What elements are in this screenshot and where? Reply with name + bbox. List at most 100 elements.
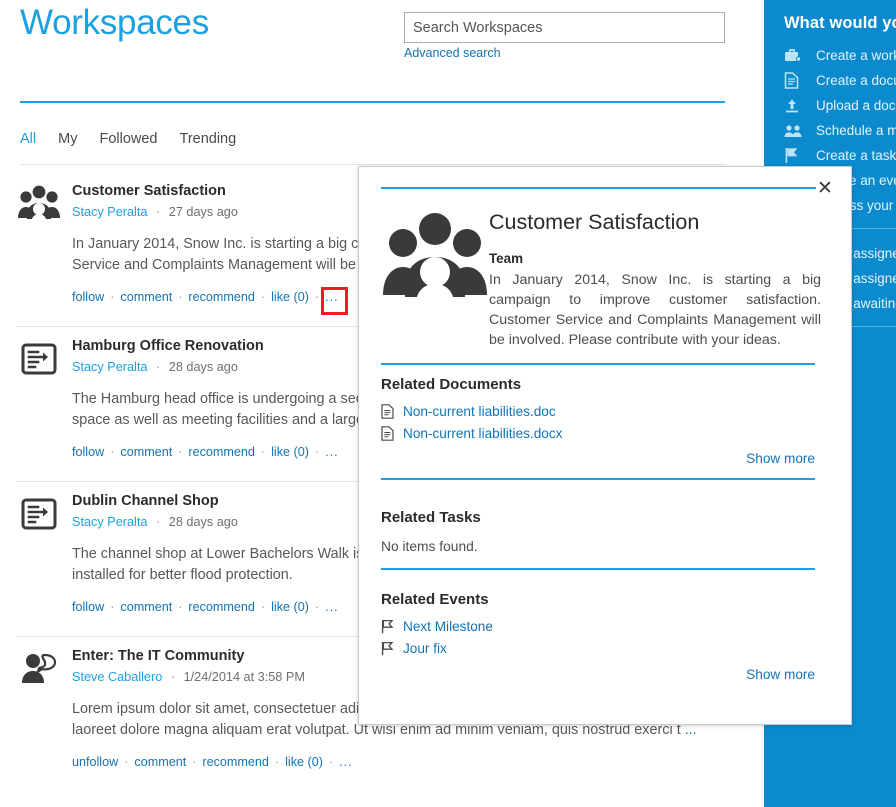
action-follow[interactable]: follow bbox=[72, 290, 104, 304]
team-icon bbox=[17, 182, 61, 226]
related-events-heading: Related Events bbox=[381, 591, 489, 608]
close-icon[interactable]: ✕ bbox=[813, 177, 837, 201]
action-separator: · bbox=[314, 600, 320, 614]
action-separator: · bbox=[178, 290, 183, 304]
action-separator: · bbox=[192, 755, 197, 769]
event-row[interactable]: Next Milestone bbox=[381, 619, 815, 634]
flag-icon bbox=[381, 619, 403, 634]
event-link[interactable]: Next Milestone bbox=[403, 619, 493, 634]
events-show-more-link[interactable]: Show more bbox=[746, 667, 815, 682]
advanced-search-link[interactable]: Advanced search bbox=[404, 46, 501, 60]
right-panel-action-create-document[interactable]: Create a document bbox=[784, 68, 896, 93]
related-documents-section: Related Documents Non-current liabilitie… bbox=[381, 375, 815, 466]
action-follow[interactable]: follow bbox=[72, 445, 104, 459]
tab-followed[interactable]: Followed bbox=[99, 131, 157, 147]
tab-all[interactable]: All bbox=[20, 131, 36, 147]
action-recommend[interactable]: recommend bbox=[188, 445, 255, 459]
action-separator: · bbox=[274, 755, 280, 769]
flag-icon bbox=[381, 641, 403, 656]
document-link[interactable]: Non-current liabilities.doc bbox=[403, 404, 556, 419]
action-separator: · bbox=[110, 600, 115, 614]
meta-separator: · bbox=[156, 205, 161, 219]
action-follow[interactable]: follow bbox=[72, 600, 104, 614]
briefcase-icon bbox=[784, 48, 816, 63]
list-item-author[interactable]: Stacy Peralta bbox=[72, 360, 147, 374]
right-panel-action-upload-document[interactable]: Upload a document bbox=[784, 93, 896, 118]
workspace-icon bbox=[17, 337, 61, 381]
right-panel-action-label: Upload a document bbox=[816, 98, 896, 113]
action-separator: · bbox=[260, 290, 266, 304]
action-separator: · bbox=[314, 445, 320, 459]
community-icon bbox=[17, 647, 61, 691]
action-separator: · bbox=[124, 755, 129, 769]
event-link[interactable]: Jour fix bbox=[403, 641, 447, 656]
header-divider bbox=[20, 101, 725, 103]
list-item-author[interactable]: Stacy Peralta bbox=[72, 515, 147, 529]
meta-separator: · bbox=[156, 360, 161, 374]
team-icon bbox=[381, 205, 489, 313]
flag-icon bbox=[784, 147, 816, 164]
action-more-button[interactable]: ... bbox=[325, 290, 339, 304]
event-row[interactable]: Jour fix bbox=[381, 641, 815, 656]
action-separator: · bbox=[178, 445, 183, 459]
related-documents-heading: Related Documents bbox=[381, 376, 522, 393]
action-separator: · bbox=[178, 600, 183, 614]
action-separator: · bbox=[260, 445, 266, 459]
right-panel-action-create-task[interactable]: Create a task bbox=[784, 143, 896, 168]
document-row[interactable]: Non-current liabilities.docx bbox=[381, 426, 815, 441]
document-icon bbox=[381, 404, 403, 419]
action-more-button[interactable]: ... bbox=[325, 445, 339, 459]
workspace-preview-popup: ✕ Customer Satisfaction Team In January … bbox=[358, 166, 852, 725]
tab-trending[interactable]: Trending bbox=[180, 131, 237, 147]
popup-accent-line bbox=[381, 187, 816, 189]
related-tasks-empty-text: No items found. bbox=[381, 539, 478, 554]
action-like[interactable]: like (0) bbox=[271, 445, 309, 459]
document-row[interactable]: Non-current liabilities.doc bbox=[381, 404, 815, 419]
list-item-author[interactable]: Stacy Peralta bbox=[72, 205, 147, 219]
search-input[interactable] bbox=[404, 12, 725, 43]
action-comment[interactable]: comment bbox=[120, 445, 172, 459]
documents-show-more-link[interactable]: Show more bbox=[746, 451, 815, 466]
popup-title: Customer Satisfaction bbox=[489, 210, 700, 234]
action-separator: · bbox=[260, 600, 266, 614]
tabs-divider bbox=[20, 164, 725, 165]
popup-kind-label: Team bbox=[489, 251, 523, 266]
people-icon bbox=[784, 124, 816, 138]
action-comment[interactable]: comment bbox=[120, 290, 172, 304]
action-recommend[interactable]: recommend bbox=[202, 755, 269, 769]
action-more-button[interactable]: ... bbox=[325, 600, 339, 614]
document-link[interactable]: Non-current liabilities.docx bbox=[403, 426, 562, 441]
meta-separator: · bbox=[170, 670, 176, 684]
right-panel-action-label: Create a task bbox=[816, 148, 896, 163]
filter-tabs: All My Followed Trending bbox=[20, 131, 258, 147]
right-panel-action-create-workspace[interactable]: Create a workspace bbox=[784, 43, 896, 68]
action-like[interactable]: like (0) bbox=[271, 600, 309, 614]
right-panel-action-label: Create a workspace bbox=[816, 48, 896, 63]
popup-divider-2 bbox=[381, 478, 815, 480]
action-comment[interactable]: comment bbox=[134, 755, 186, 769]
action-like[interactable]: like (0) bbox=[271, 290, 309, 304]
action-comment[interactable]: comment bbox=[120, 600, 172, 614]
meta-separator: · bbox=[156, 515, 161, 529]
action-unfollow[interactable]: unfollow bbox=[72, 755, 118, 769]
page-title: Workspaces bbox=[20, 3, 209, 42]
action-more-button[interactable]: ... bbox=[339, 755, 353, 769]
related-events-section: Related Events Next Milestone Jour fix S… bbox=[381, 590, 815, 682]
tab-my[interactable]: My bbox=[58, 131, 77, 147]
related-tasks-heading: Related Tasks bbox=[381, 509, 481, 526]
list-item-time: 1/24/2014 at 3:58 PM bbox=[183, 670, 305, 684]
right-panel-action-schedule-meeting[interactable]: Schedule a meeting bbox=[784, 118, 896, 143]
action-separator: · bbox=[110, 445, 115, 459]
related-tasks-section: Related Tasks No items found. bbox=[381, 508, 815, 556]
list-item-author[interactable]: Steve Caballero bbox=[72, 670, 162, 684]
action-recommend[interactable]: recommend bbox=[188, 600, 255, 614]
action-separator: · bbox=[110, 290, 115, 304]
right-panel-title: What would you like to do? bbox=[784, 14, 896, 32]
action-recommend[interactable]: recommend bbox=[188, 290, 255, 304]
action-separator: · bbox=[314, 290, 320, 304]
list-item-time: 28 days ago bbox=[168, 360, 238, 374]
action-like[interactable]: like (0) bbox=[285, 755, 323, 769]
upload-icon bbox=[784, 98, 816, 114]
right-panel-action-label: Create a document bbox=[816, 73, 896, 88]
document-icon bbox=[381, 426, 403, 441]
